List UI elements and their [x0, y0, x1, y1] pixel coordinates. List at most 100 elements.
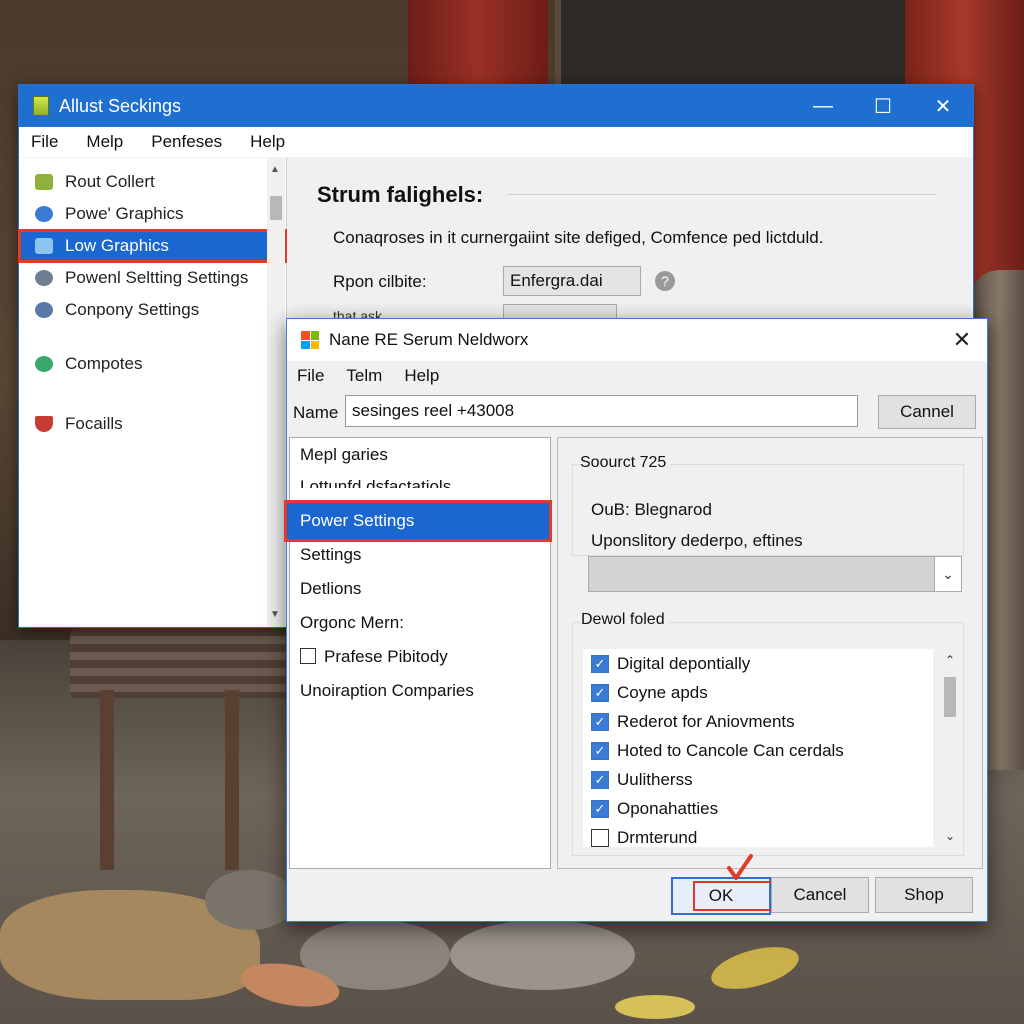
scroll-down-icon[interactable]: ▼	[270, 609, 280, 620]
monitor-icon	[35, 238, 53, 254]
checkbox-checked[interactable]: ✓	[591, 712, 609, 731]
list-item[interactable]: Unoiraption Comparies	[290, 676, 548, 706]
checkbox-item[interactable]: ✓ Oponahatties	[583, 794, 933, 823]
folder-icon	[35, 174, 53, 190]
checkbox-checked[interactable]: ✓	[591, 654, 609, 673]
checkbox-item[interactable]: ✓ Hoted to Cancole Can cerdals	[583, 736, 933, 765]
checkbox-item[interactable]: ✓ Drmterund	[583, 823, 933, 847]
background-curtain-left	[408, 0, 548, 90]
scroll-thumb[interactable]	[944, 677, 956, 717]
cancel-button[interactable]: Cancel	[771, 877, 869, 913]
name-input[interactable]: sesinges reel +43008	[345, 395, 858, 427]
menu-bar: File Melp Penfeses Help	[19, 127, 973, 157]
network-dialog: Nane RE Serum Neldworx ✕ File Telm Help …	[284, 318, 988, 922]
ok-button[interactable]: OK	[671, 877, 775, 915]
list-item[interactable]: Settings	[290, 540, 548, 570]
maximize-button[interactable]: ☐	[853, 85, 913, 127]
help-icon[interactable]: ?	[655, 271, 675, 291]
checkbox-checked[interactable]: ✓	[591, 799, 609, 818]
list-item[interactable]: Detlions	[290, 574, 548, 604]
source-group: OuB: Blegnarod Uponslitory dederpo, efti…	[572, 464, 964, 556]
checkbox-item[interactable]: ✓ Digital depontially	[583, 649, 933, 678]
description-text: Conaqroses in it curnergaiint site defig…	[333, 228, 824, 247]
options-checklist: ✓ Digital depontially ✓ Coyne apds ✓ Redero…	[583, 649, 933, 847]
checkbox-item[interactable]: ✓ Uulitherss	[583, 765, 933, 794]
background-leaf	[615, 995, 695, 1019]
checkbox-checked[interactable]: ✓	[591, 683, 609, 702]
checkbox-checked[interactable]: ✓	[591, 770, 609, 789]
name-label: Name	[293, 403, 339, 422]
ok-label: OK	[708, 886, 734, 905]
background-rock	[205, 870, 295, 930]
divider	[507, 194, 937, 195]
gear-icon	[35, 270, 53, 286]
source-line-1: OuB: Blegnarod	[591, 500, 712, 519]
sidebar-item-powenl-setting[interactable]: Powenl Seltting Settings	[19, 262, 286, 294]
menu-melp[interactable]: Melp	[86, 132, 123, 152]
scroll-up-icon[interactable]: ▲	[270, 164, 280, 175]
dialog-close-button[interactable]: ✕	[937, 319, 987, 361]
menu-help[interactable]: Help	[250, 132, 285, 152]
window-title: Allust Seckings	[59, 95, 182, 116]
checkbox-checked[interactable]: ✓	[591, 741, 609, 760]
chevron-down-icon[interactable]: ⌄	[934, 557, 961, 591]
scroll-thumb[interactable]	[270, 196, 282, 220]
settings-icon	[35, 302, 53, 318]
source-group-title: Soourct 725	[580, 454, 671, 472]
sidebar-scrollbar[interactable]: ▲ ▼	[267, 158, 285, 626]
dialog-menu-bar: File Telm Help	[287, 361, 987, 391]
source-line-2: Uponslitory dederpo, eftines	[591, 531, 803, 550]
menu-penfeses[interactable]: Penfeses	[151, 132, 222, 152]
checkbox-label: Drmterund	[617, 827, 698, 847]
sidebar-item-label: Rout Collert	[65, 172, 155, 191]
windows-logo-icon	[301, 331, 319, 349]
background-chair-leg	[225, 690, 239, 870]
details-panel: OuB: Blegnarod Uponslitory dederpo, efti…	[557, 437, 983, 869]
close-button[interactable]: ✕	[913, 85, 973, 127]
checkbox[interactable]	[300, 648, 316, 664]
sidebar-item-label: Powenl Seltting Settings	[65, 268, 249, 287]
checklist-scrollbar[interactable]: ⌃ ⌄	[941, 649, 959, 847]
sidebar-item-low-graphics[interactable]: Low Graphics	[18, 229, 287, 263]
dropdown-select[interactable]: ⌄	[588, 556, 962, 592]
scroll-down-icon[interactable]: ⌄	[945, 829, 955, 843]
sidebar-item-focaills[interactable]: Focaills	[19, 408, 286, 440]
sidebar-item-powe-graphics[interactable]: Powe' Graphics	[19, 198, 286, 230]
cannel-button[interactable]: Cannel	[878, 395, 976, 429]
shop-button[interactable]: Shop	[875, 877, 973, 913]
list-item[interactable]: Orgonc Mern:	[290, 608, 548, 638]
minimize-button[interactable]: —	[793, 85, 853, 127]
checkbox-unchecked[interactable]: ✓	[591, 828, 609, 847]
background-chair-leg	[100, 690, 114, 870]
sidebar-item-rout-collert[interactable]: Rout Collert	[19, 166, 286, 198]
sidebar-item-label: Powe' Graphics	[65, 204, 184, 223]
list-item[interactable]: Mepl garies	[290, 440, 548, 470]
options-group: Dewol foled ✓ Digital depontially ✓ Coyne …	[572, 611, 964, 856]
menu-file[interactable]: File	[31, 132, 58, 152]
list-item-checkbox[interactable]: Prafese Pibitody	[290, 642, 548, 672]
value-field[interactable]: Enfergra.dai	[503, 266, 641, 296]
checkbox-item[interactable]: ✓ Coyne apds	[583, 678, 933, 707]
graphics-icon	[35, 206, 53, 222]
page-title: Strum falighels:	[317, 182, 484, 207]
menu-telm[interactable]: Telm	[346, 366, 382, 386]
checkmark-pointer-icon	[727, 854, 753, 880]
list-item-power-settings[interactable]: Power Settings	[284, 500, 552, 542]
background-rock	[450, 920, 635, 990]
checkbox-item[interactable]: ✓ Rederot for Aniovments	[583, 707, 933, 736]
list-item[interactable]: Lottunfd dsfactatiols	[290, 472, 548, 488]
checkbox-label: Digital depontially	[617, 653, 751, 673]
checkbox-label: Uulitherss	[617, 769, 693, 789]
sidebar-item-compotes[interactable]: Compotes	[19, 348, 286, 380]
menu-file[interactable]: File	[297, 366, 324, 386]
sidebar: Rout Collert Powe' Graphics Low Graphics…	[18, 158, 287, 626]
name-row: Name sesinges reel +43008 Cannel	[287, 393, 987, 433]
field-label: Rpon cilbite:	[333, 272, 427, 291]
scroll-up-icon[interactable]: ⌃	[945, 653, 955, 667]
sidebar-item-conpony-settings[interactable]: Conpony Settings	[19, 294, 286, 326]
dialog-title: Nane RE Serum Neldworx	[329, 330, 529, 349]
menu-help[interactable]: Help	[404, 366, 439, 386]
title-bar[interactable]: Allust Seckings — ☐ ✕	[19, 85, 973, 127]
dialog-title-bar[interactable]: Nane RE Serum Neldworx ✕	[287, 319, 987, 361]
checkbox-label: Oponahatties	[617, 798, 719, 818]
